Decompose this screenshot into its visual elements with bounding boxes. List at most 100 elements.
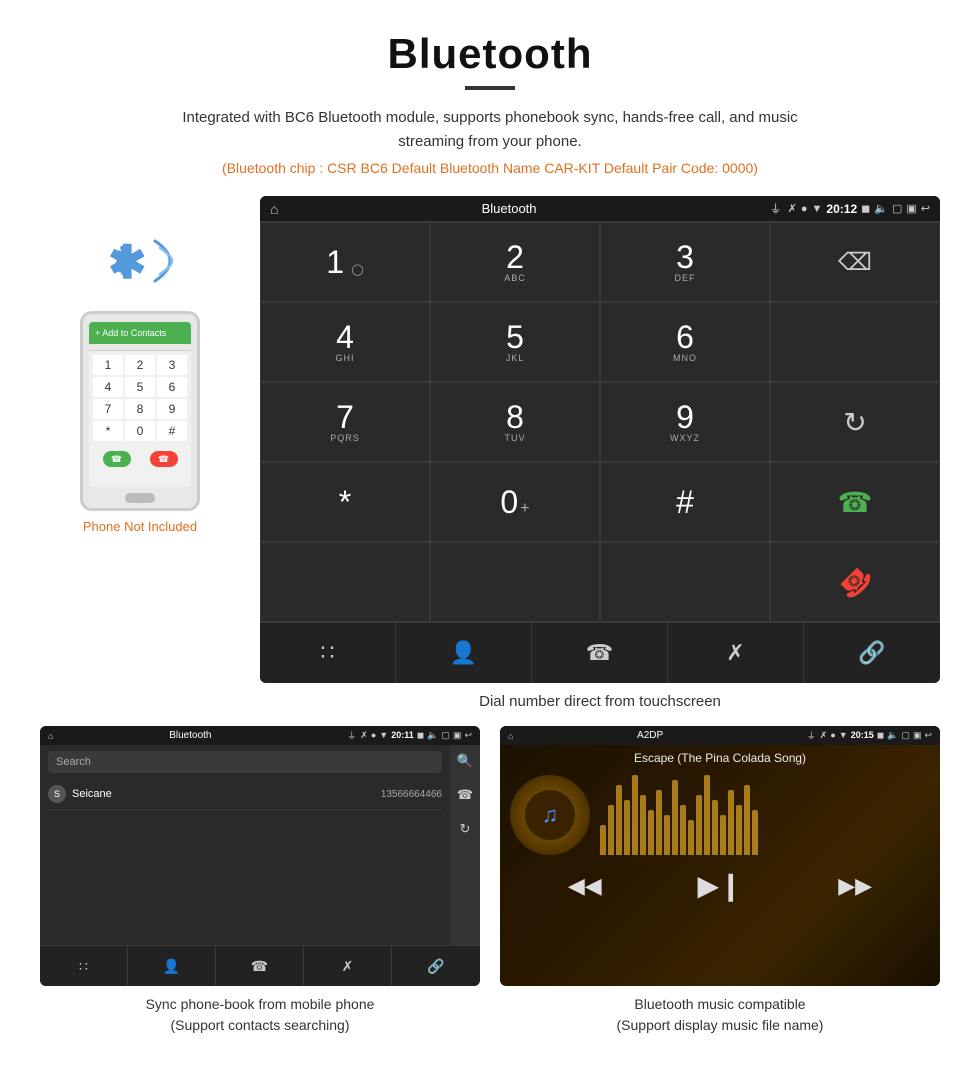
phone-not-included-label: Phone Not Included [83,519,197,534]
dial-num-8: 8 [505,401,526,433]
pb-toolbar-phone[interactable]: ☎ [216,946,304,986]
dial-key-0[interactable]: 0 + [430,462,600,542]
viz-bar-18 [736,805,742,855]
usb-icon: ⏚ [770,200,782,217]
pb-toolbar-bluetooth[interactable]: ✗ [304,946,392,986]
dial-key-refresh[interactable]: ↻ [770,382,940,462]
viz-bar-9 [664,815,670,855]
dial-key-6[interactable]: 6 MNO [600,302,770,382]
pb-toolbar-person[interactable]: 👤 [128,946,216,986]
dial-num-hash: # [676,486,694,518]
dial-sub-5: JKL [506,353,525,363]
call-red-icon: ☎ [831,558,879,606]
phone-section: ✱ ⚕ + Add to Contacts 1 2 3 [40,196,240,534]
phone-key-8: 8 [125,399,155,419]
viz-bar-15 [712,800,718,855]
page-header: Bluetooth Integrated with BC6 Bluetooth … [0,0,980,186]
dial-key-4[interactable]: 4 GHI [260,302,430,382]
music-cam-icon: ◼ [877,730,884,741]
dial-key-hash[interactable]: # [600,462,770,542]
dial-sub-9: WXYZ [670,433,700,443]
pb-toolbar-grid[interactable]: ∷ [40,946,128,986]
phonebook-status-bar: ⌂ Bluetooth ⏚ ✗ ● ▼ 20:11 ◼ 🔈 ▢ ▣ ↩ [40,726,480,745]
phone-key-2: 2 [125,355,155,375]
title-underline [465,86,515,90]
dial-sub-4: GHI [335,353,354,363]
music-back-icon: ↩ [924,730,932,741]
phone-key-4: 4 [93,377,123,397]
status-time: 20:12 [826,202,857,216]
phone-key-7: 7 [93,399,123,419]
page-specs: (Bluetooth chip : CSR BC6 Default Blueto… [60,160,920,176]
dial-num-0: 0 [500,486,518,518]
phone-bottom-bar: ☎ ☎ [89,445,191,467]
phone-mockup: + Add to Contacts 1 2 3 4 5 6 7 8 9 * 0 [80,311,200,511]
dial-sub-8: TUV [505,433,526,443]
pb-bottom-toolbar: ∷ 👤 ☎ ✗ 🔗 [40,945,480,986]
toolbar-btn-link[interactable]: 🔗 [804,623,940,683]
contact-row: S Seicane 13566664466 [48,779,442,810]
backspace-icon: ⌫ [838,248,872,277]
dial-num-9: 9 [670,401,700,433]
phonebook-caption: Sync phone-book from mobile phone(Suppor… [146,994,375,1036]
dial-cell-extra-2 [430,542,600,622]
pb-bt-icon: ✗ [360,730,368,741]
toolbar-btn-grid[interactable]: ∷ [260,623,396,683]
phone-key-3: 3 [157,355,187,375]
dial-key-backspace[interactable]: ⌫ [770,222,940,302]
contact-name: Seicane [72,788,381,800]
phone-key-5: 5 [125,377,155,397]
dial-key-call-red[interactable]: ☎ [770,542,940,622]
bluetooth-status-icon: ✗ [788,202,797,215]
music-sig-icon: ▼ [839,730,848,741]
pb-toolbar-link[interactable]: 🔗 [392,946,480,986]
page-title: Bluetooth [60,30,920,78]
toolbar-btn-person[interactable]: 👤 [396,623,532,683]
dial-key-call-green[interactable]: ☎ [770,462,940,542]
music-close-icon: ▢ [901,730,910,741]
call-green-icon: ☎ [838,486,873,519]
phone-home-button [125,493,155,503]
dial-key-2[interactable]: 2 ABC [430,222,600,302]
music-screen: ⌂ A2DP ⏚ ✗ ● ▼ 20:15 ◼ 🔈 ▢ ▣ ↩ Escape (T… [500,726,940,986]
phone-dialpad: 1 2 3 4 5 6 7 8 9 * 0 # [89,351,191,445]
bluetooth-icon-wrap: ✱ ⚕ [100,226,180,296]
dial-key-5[interactable]: 5 JKL [430,302,600,382]
phone-key-0: 0 [125,421,155,441]
prev-button[interactable]: ◀◀ [568,873,602,899]
dial-cell-extra-1 [260,542,430,622]
main-content: ✱ ⚕ + Add to Contacts 1 2 3 [0,186,980,683]
music-visualizer [600,775,930,855]
next-button[interactable]: ▶▶ [838,873,872,899]
phone-screen-top: + Add to Contacts [89,322,191,344]
pb-phone-icon[interactable]: ☎ [457,787,473,803]
pb-vol-icon: 🔈 [427,730,438,741]
dial-bottom-toolbar: ∷ 👤 ☎ ✗ 🔗 [260,622,940,683]
dial-key-9[interactable]: 9 WXYZ [600,382,770,462]
dial-num-2: 2 [504,241,526,273]
dial-num-star: * [339,486,351,518]
viz-bar-19 [744,785,750,855]
viz-bar-5 [632,775,638,855]
toolbar-btn-bluetooth[interactable]: ✗ [668,623,804,683]
music-main: ♫ [500,775,940,855]
phone-key-hash: # [157,421,187,441]
music-note-icon: ♫ [542,802,559,828]
pb-search-icon[interactable]: 🔍 [457,753,473,769]
search-bar[interactable]: Search [48,751,442,773]
toolbar-btn-phone[interactable]: ☎ [532,623,668,683]
dial-key-1[interactable]: 1 ◯ [260,222,430,302]
back-icon: ↩ [921,202,930,215]
play-pause-button[interactable]: ▶❙ [697,869,742,902]
dial-key-3[interactable]: 3 DEF [600,222,770,302]
dial-key-8[interactable]: 8 TUV [430,382,600,462]
pb-refresh-icon[interactable]: ↻ [460,821,471,837]
viz-bar-17 [728,790,734,855]
dial-key-7[interactable]: 7 PQRS [260,382,430,462]
dial-key-star[interactable]: * [260,462,430,542]
pb-close-icon: ▢ [441,730,450,741]
pb-right-panel: 🔍 ☎ ↻ [450,745,480,945]
phonebook-content: Search S Seicane 13566664466 [40,745,450,945]
pb-sig-icon: ▼ [379,730,388,741]
viz-bar-6 [640,795,646,855]
